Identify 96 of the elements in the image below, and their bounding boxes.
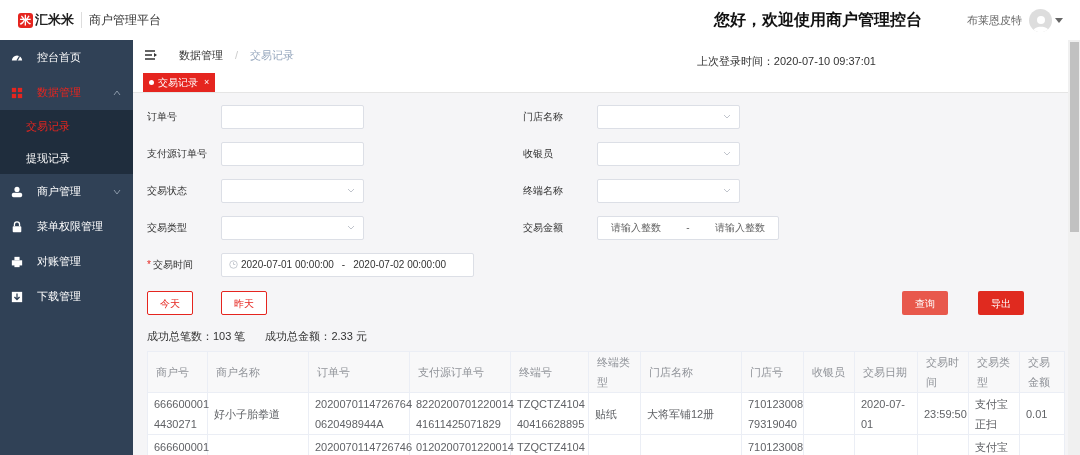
scrollbar[interactable] [1068,40,1080,455]
field-label: 订单号 [147,110,178,124]
table-cell: 666600001 [154,441,210,453]
field-label: 交易时间 [152,259,193,270]
column-header: 支付源订单号 [418,366,484,378]
table-cell: 支付宝 [975,441,1008,453]
close-button[interactable]: × [204,75,210,90]
range-separator: - [686,221,690,235]
logo-mark: 米 [18,12,33,28]
table-cell: 710123008 79319040 [748,397,804,430]
search-button[interactable]: 查询 [902,291,948,315]
lock-icon [11,220,23,233]
column-header: 交易日期 [863,366,907,378]
date-text: 2020-07-02 00:00:00 [353,258,447,272]
table-cell: 支付宝正扫 [975,397,1008,430]
breadcrumb-separator: / [235,47,239,63]
breadcrumb-link[interactable]: 数据管理 [179,46,223,64]
column-header: 收银员 [812,366,845,378]
table-cell: 666600001 4430271 [154,397,210,430]
sidebar-item[interactable]: 菜单权限管理 [0,209,133,244]
submenu-item[interactable]: 提现记录 [0,142,133,174]
table-cell: TZQCTZ4104 40416628895 [517,397,585,430]
chevron-down-icon [113,187,121,196]
summary-text: 成功总金额：2.33 元 [265,328,367,344]
column-header: 交易金额 [1028,356,1050,388]
sidebar-item[interactable]: 商户管理 [0,174,133,209]
tab-label: 交易记录 [158,76,198,90]
sidebar-item[interactable]: 下载管理 [0,279,133,314]
column-header: 商户号 [156,366,189,378]
table-cell: 贴纸 [595,407,617,420]
date-text: 2020-07-01 00:00:00 [241,258,334,272]
table-cell: 大将军铺12册 [647,407,715,420]
summary-text: 成功总笔数：103 笔 [147,328,246,344]
placeholder-text: 请输入整数 [610,221,661,235]
platform-title: 商户管理平台 [89,12,161,29]
clock-icon [229,260,238,269]
welcome-title: 您好，欢迎使用商户管理控台 [714,10,922,30]
field-label: 终端名称 [523,184,564,198]
placeholder-text: 请输入整数 [715,221,766,235]
table-cell: 2020-07-01 [861,397,906,430]
column-header: 交易类型 [977,356,1010,388]
chevron-down-icon [347,187,355,194]
table-cell: 8220200701220014 41611425071829 [416,397,514,430]
sidebar-item[interactable]: 对账管理 [0,244,133,279]
printer-icon [11,255,23,268]
chevron-up-icon [113,88,121,97]
field-label: 门店名称 [523,110,564,124]
input-field[interactable] [221,104,364,129]
date-range-field[interactable]: 2020-07-01 00:00:00 - 2020-07-02 00:00:00 [221,252,474,277]
column-header: 交易时间 [926,356,959,388]
select-field[interactable] [597,178,740,203]
table-cell: 710123008 [748,441,804,453]
logo-text: 汇米米 [35,11,74,30]
select-field[interactable] [221,215,364,240]
download-icon [11,290,23,303]
chevron-down-icon [723,113,731,120]
tab[interactable]: 交易记录 × [143,73,216,92]
column-header: 终端号 [519,366,552,378]
table-cell: 0.01 [1026,407,1048,420]
chevron-down-icon [723,187,731,194]
column-header: 商户名称 [216,366,260,378]
range-separator: - [341,258,346,272]
last-login-text: 上次登录时间：2020-07-10 09:37:01 [696,53,876,69]
table-cell: 2020070114726764 0620498944A [315,397,413,430]
user-name: 布莱恩皮特 [967,12,1022,28]
select-field[interactable] [597,104,740,129]
export-button[interactable]: 导出 [978,291,1024,315]
select-field[interactable] [221,178,364,203]
required-mark: * [147,259,151,270]
sidebar-item[interactable]: 控台首页 [0,40,133,75]
select-field[interactable] [597,141,740,166]
date-shortcut-button[interactable]: 昨天 [221,291,267,315]
table-cell: 23:59:50 [924,407,967,420]
field-label: 交易状态 [147,184,188,198]
table-cell: 好小子胎拳道 [214,407,280,420]
input-field[interactable] [221,141,364,166]
table-cell: 2020070114726746 [315,441,413,453]
column-header: 终端类型 [597,356,630,388]
field-label: 交易类型 [147,221,188,235]
breadcrumb-current: 交易记录 [250,47,295,63]
field-label: 交易金额 [523,221,564,235]
table-cell: TZQCTZ4104 [517,441,585,453]
field-label: 支付源订单号 [147,147,208,161]
column-header: 订单号 [317,366,350,378]
field-label: 收银员 [523,147,554,161]
chevron-down-icon [347,224,355,231]
grid-icon [11,86,23,99]
column-header: 门店名称 [649,366,693,378]
chevron-down-icon [723,150,731,157]
date-shortcut-button[interactable]: 今天 [147,291,193,315]
range-field[interactable]: 请输入整数 - 请输入整数 [597,215,779,240]
user-icon [11,185,23,198]
column-header: 门店号 [750,366,783,378]
table-cell: 0120200701220014 [416,441,514,453]
caret-icon[interactable] [1055,17,1063,23]
menu-icon[interactable] [145,50,157,60]
